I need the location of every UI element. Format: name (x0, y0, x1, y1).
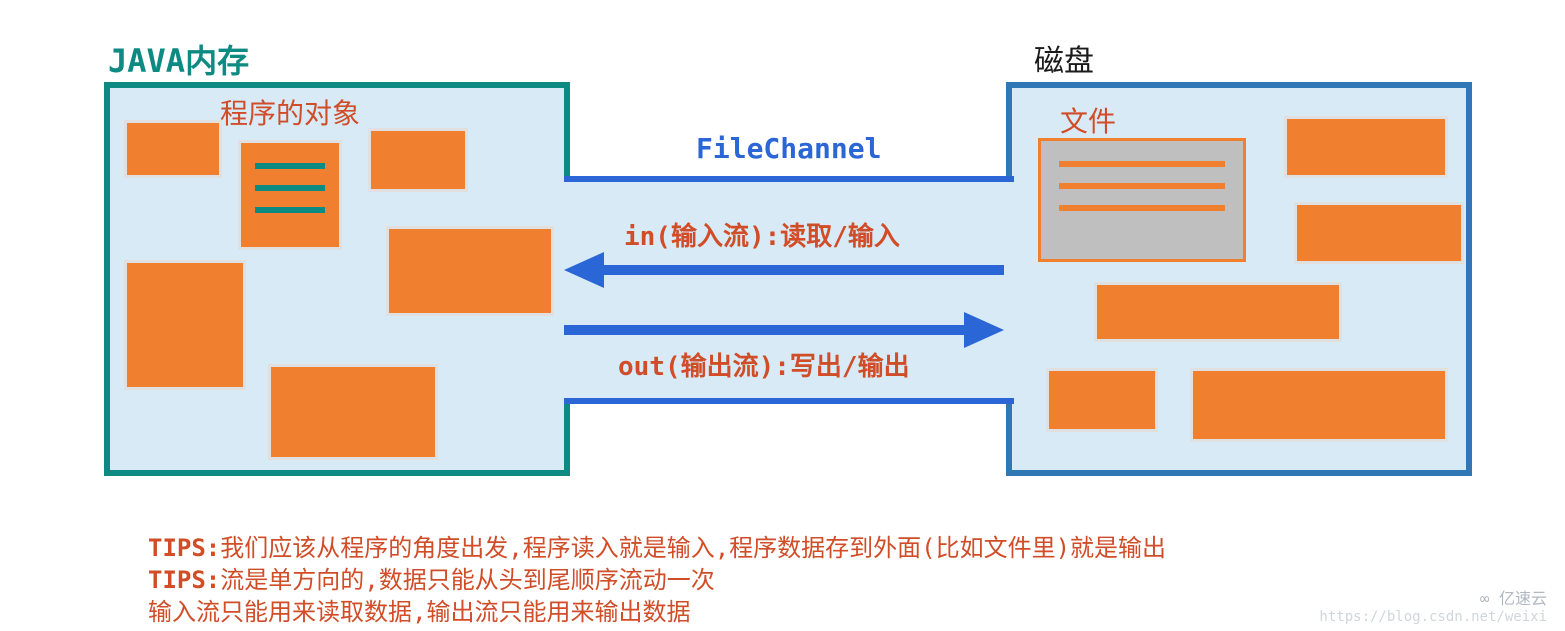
file-box (1038, 138, 1246, 262)
tips-line-3: 输入流只能用来读取数据,输出流只能用来输出数据 (148, 596, 1166, 628)
program-objects-label: 程序的对象 (220, 92, 360, 132)
object-block-with-lines (238, 140, 342, 250)
java-memory-title: JAVA内存 (108, 36, 249, 82)
file-channel-label: FileChannel (696, 132, 881, 165)
object-block (124, 260, 246, 390)
disk-block (1046, 368, 1158, 432)
object-block (368, 128, 468, 192)
url-watermark: https://blog.csdn.net/weixi (1319, 609, 1547, 625)
tips-prefix: TIPS: (148, 566, 220, 594)
file-label: 文件 (1060, 100, 1116, 140)
disk-block (1094, 282, 1342, 342)
brand-watermark: ∞ 亿速云 (1480, 585, 1547, 609)
output-stream-arrow-icon (564, 310, 1004, 350)
input-stream-arrow-icon (564, 250, 1004, 290)
object-block (124, 120, 222, 178)
tips-text: TIPS:我们应该从程序的角度出发,程序读入就是输入,程序数据存到外面(比如文件… (148, 532, 1166, 628)
input-stream-label: in(输入流):读取/输入 (624, 216, 900, 253)
disk-title: 磁盘 (1034, 36, 1094, 80)
tips-prefix: TIPS: (148, 534, 220, 562)
disk-block (1294, 202, 1464, 264)
object-block (386, 226, 554, 316)
tips-line-2: 流是单方向的,数据只能从头到尾顺序流动一次 (220, 566, 714, 594)
disk-block (1190, 368, 1448, 442)
output-stream-label: out(输出流):写出/输出 (618, 346, 910, 383)
tips-line-1: 我们应该从程序的角度出发,程序读入就是输入,程序数据存到外面(比如文件里)就是输… (220, 534, 1166, 562)
disk-block (1284, 116, 1448, 178)
object-block (268, 364, 438, 460)
